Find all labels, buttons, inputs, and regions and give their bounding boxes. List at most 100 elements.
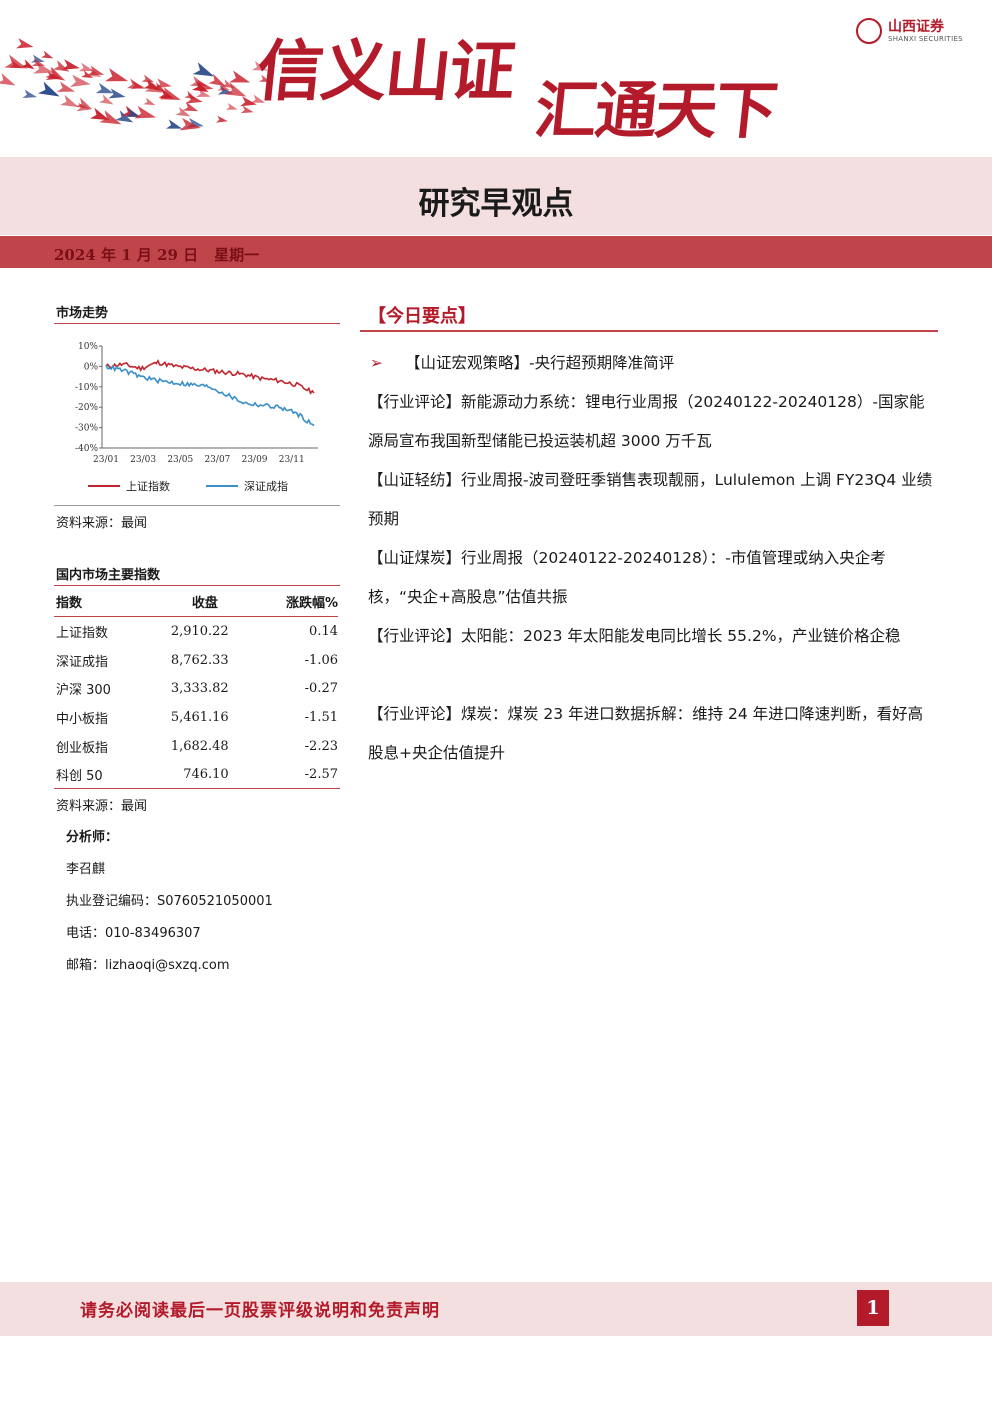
list-item[interactable]: ➢ 【山证宏观策略】-央行超预期降准简评 (368, 344, 938, 383)
table-header-row: 指数 收盘 涨跌幅% (54, 586, 338, 617)
chart-source: 资料来源：最闻 (56, 516, 148, 531)
arrow-icon (143, 97, 156, 106)
list-item[interactable]: 【山证轻纺】行业周报-波司登旺季销售表现靓丽，Lululemon 上调 FY23… (368, 461, 938, 539)
close-value: 1,682.48 (170, 738, 229, 754)
arrow-icon (38, 81, 60, 97)
x-tick-label: 23/01 (93, 455, 119, 465)
arrow-icon (105, 68, 129, 82)
col-header-change: 涨跌幅% (285, 595, 338, 611)
arrow-icon (165, 119, 183, 129)
index-name: 深证成指 (56, 654, 109, 670)
x-tick-label: 23/07 (204, 455, 230, 465)
close-value: 8,762.33 (170, 652, 229, 668)
y-tick-label: 10% (78, 342, 98, 352)
divider (54, 505, 340, 506)
item-text: 【山证煤炭】行业周报（20240122-20240128）：-市值管理或纳入央企… (368, 549, 886, 606)
col-header-index: 指数 (56, 595, 83, 611)
table-row: 中小板指 5,461.16 -1.51 (54, 703, 338, 732)
analyst-heading: 分析师： (66, 830, 119, 845)
x-tick-label: 23/05 (167, 455, 193, 465)
market-trend-heading: 市场走势 (56, 306, 109, 321)
list-item[interactable]: 【山证煤炭】行业周报（20240122-20240128）：-市值管理或纳入央企… (368, 539, 938, 617)
bullet-arrow-icon: ➢ (370, 354, 383, 372)
item-text: 【行业评论】新能源动力系统：锂电行业周报（20240122-20240128）-… (368, 393, 925, 450)
item-text: 【山证宏观策略】-央行超预期降准简评 (405, 354, 675, 372)
table-row: 沪深 300 3,333.82 -0.27 (54, 674, 338, 703)
table-row: 科创 50 746.10 -2.57 (54, 760, 338, 789)
indices-table-wrap: 指数 收盘 涨跌幅% 上证指数 2,910.22 0.14 深证成指 8,762.33 -… (54, 586, 338, 789)
index-name: 沪深 300 (56, 683, 111, 699)
list-item[interactable]: 【行业评论】太阳能：2023 年太阳能发电同比增长 55.2%，产业链价格企稳 (368, 617, 938, 656)
table-row: 上证指数 2,910.22 0.14 (54, 617, 338, 646)
item-text: 【山证轻纺】行业周报-波司登旺季销售表现靓丽，Lululemon 上调 FY23… (368, 471, 933, 528)
date-value: 2024 年 1 月 29 日 (54, 246, 199, 264)
today-highlights-heading: 【今日要点】 (368, 306, 476, 327)
change-value: -2.57 (304, 767, 338, 783)
company-logo: 山西证券 SHANXI SECURITIES (856, 16, 968, 46)
x-tick-label: 23/11 (279, 455, 305, 465)
table-source: 资料来源：最闻 (56, 799, 148, 814)
analyst-phone: 电话：010-83496307 (66, 926, 201, 941)
slogan-part1: 信义山证 (253, 33, 518, 110)
y-tick-label: -40% (75, 444, 98, 454)
table-row: 创业板指 1,682.48 -2.23 (54, 732, 338, 761)
y-tick-label: 0% (84, 362, 99, 372)
weekday: 星期一 (214, 246, 260, 264)
arrow-icon (134, 105, 157, 119)
arrow-icon (41, 50, 54, 59)
close-value: 746.10 (183, 767, 229, 783)
x-tick-label: 23/03 (130, 455, 156, 465)
change-value: -0.27 (304, 681, 338, 697)
analyst-license: 执业登记编码：S0760521050001 (66, 894, 273, 909)
table-row: 深证成指 8,762.33 -1.06 (54, 646, 338, 675)
analyst-email[interactable]: 邮箱：lizhaoqi@sxzq.com (66, 954, 230, 973)
index-name: 中小板指 (56, 711, 109, 727)
arrow-icon (60, 94, 79, 108)
series-line (105, 364, 315, 427)
list-item[interactable]: 【行业评论】新能源动力系统：锂电行业周报（20240122-20240128）-… (368, 383, 938, 461)
logo-name: 山西证券 (888, 19, 944, 35)
legend-label: 上证指数 (126, 479, 170, 493)
change-value: -1.51 (304, 709, 338, 725)
col-header-close: 收盘 (191, 595, 218, 611)
arrow-icon (22, 89, 37, 98)
logo-subtitle: SHANXI SECURITIES (888, 35, 963, 43)
slogan-part2: 汇通天下 (531, 74, 780, 147)
index-name: 创业板指 (56, 740, 109, 756)
arrow-icon (0, 73, 16, 86)
item-text: 【行业评论】太阳能：2023 年太阳能发电同比增长 55.2%，产业链价格企稳 (368, 627, 901, 645)
footer-disclaimer: 请务必阅读最后一页股票评级说明和免责声明 (80, 1301, 440, 1321)
item-text: 【行业评论】煤炭：煤炭 23 年进口数据拆解：维持 24 年进口降速判断，看好高… (368, 705, 924, 762)
y-tick-label: -20% (75, 403, 98, 413)
change-value: -1.06 (304, 652, 338, 668)
index-name: 上证指数 (56, 625, 109, 641)
close-value: 2,910.22 (170, 623, 229, 639)
report-date: 2024 年 1 月 29 日星期一 (54, 244, 275, 265)
divider (54, 788, 340, 789)
list-item[interactable]: 【行业评论】煤炭：煤炭 23 年进口数据拆解：维持 24 年进口降速判断，看好高… (368, 695, 938, 773)
indices-heading: 国内市场主要指数 (56, 568, 161, 583)
indices-table: 指数 收盘 涨跌幅% 上证指数 2,910.22 0.14 深证成指 8,762.33 -… (54, 586, 338, 789)
arrow-icon (61, 59, 80, 70)
change-value: -2.23 (304, 738, 338, 754)
chart-axes (101, 346, 318, 449)
x-tick-label: 23/09 (242, 455, 268, 465)
y-tick-label: -30% (75, 424, 98, 434)
arrow-icon (126, 78, 145, 89)
arrow-icon (108, 88, 126, 99)
analyst-name: 李召麒 (66, 862, 106, 877)
decorative-arrows (0, 38, 271, 131)
logo-emblem-icon (856, 18, 882, 44)
divider (360, 330, 938, 332)
legend-label: 深证成指 (244, 479, 288, 493)
arrow-icon (75, 97, 93, 110)
close-value: 3,333.82 (170, 681, 229, 697)
divider (54, 323, 340, 324)
arrow-icon (16, 38, 34, 49)
y-tick-label: -10% (75, 383, 98, 393)
arrow-icon (225, 102, 238, 110)
market-trend-chart: 10% 0% -10% -20% -30% -40%23/01 23/03 23/05 23/0… (75, 342, 318, 493)
page-number: 1 (857, 1290, 889, 1326)
chart-lines (105, 359, 315, 427)
chart-ticks: 10% 0% -10% -20% -30% -40%23/01 23/03 23/05 23/0… (75, 342, 305, 465)
